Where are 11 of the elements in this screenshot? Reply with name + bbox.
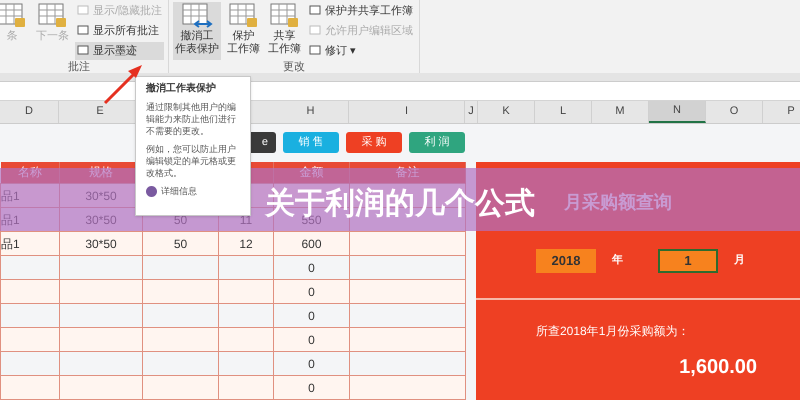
result-label: 所查2018年1月份采购额为： (536, 322, 690, 340)
group-label: 更改 (282, 60, 306, 74)
year-unit: 年 (612, 252, 624, 268)
result-value: 1,600.00 (679, 354, 757, 380)
month-unit: 月 (734, 253, 745, 268)
panel-title: 月采购额查询 (564, 190, 672, 214)
tooltip-text: 例如，您可以防止用户编辑锁定的单元格或更改格式。 (146, 143, 237, 179)
table-cell: 0 (274, 376, 350, 400)
group-label: 批注 (67, 60, 92, 74)
tooltip-title: 撤消工作表保护 (146, 83, 217, 95)
tooltip-text: 通过限制其他用户的编辑能力来防止他们进行不需要的更改。 (146, 101, 237, 137)
